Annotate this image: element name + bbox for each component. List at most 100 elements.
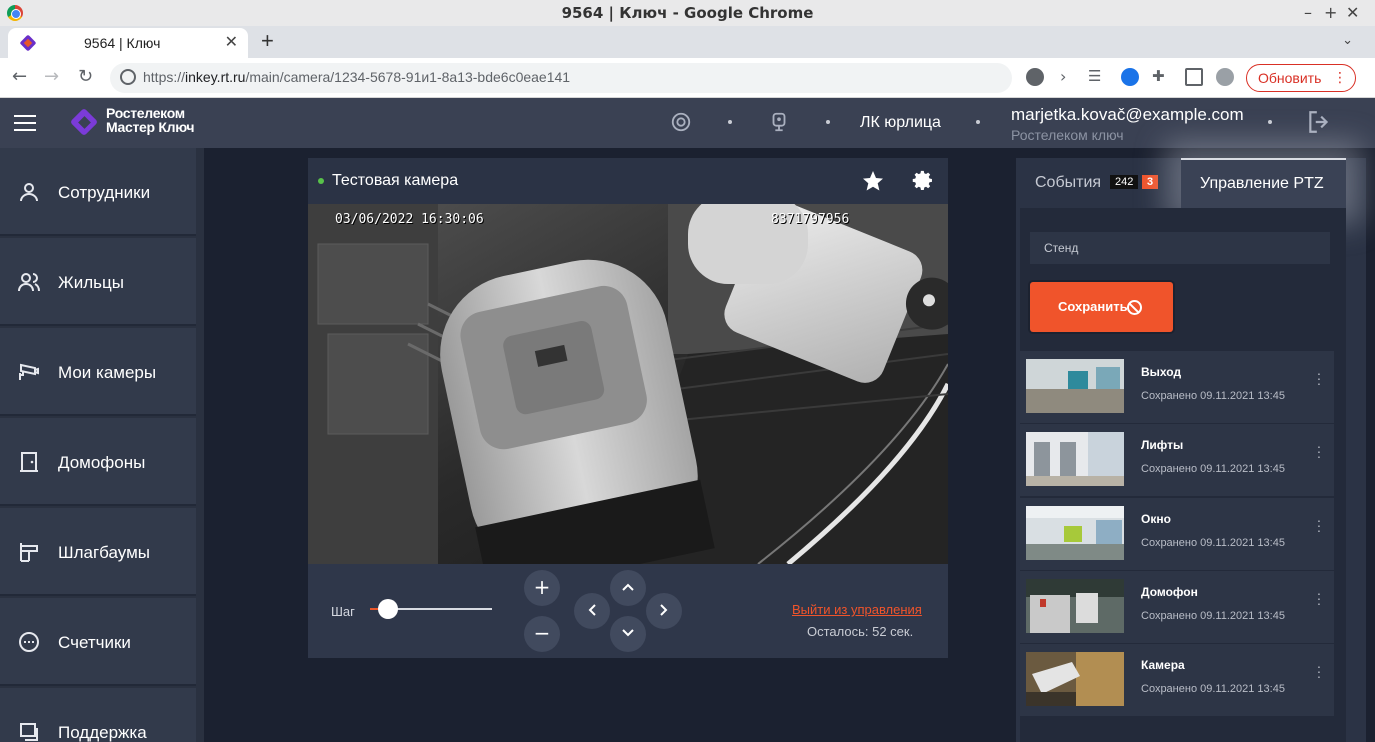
pan-up-button[interactable] bbox=[610, 570, 646, 606]
sidebar-item-label: Шлагбаумы bbox=[58, 543, 150, 562]
user-email: marjetka.kovač@example.com bbox=[1011, 105, 1244, 124]
ptz-controls: Шаг + − Выйти из управления Осталось: 52… bbox=[308, 564, 948, 658]
side-panel-icon[interactable] bbox=[1185, 68, 1203, 86]
step-slider-knob[interactable] bbox=[378, 599, 399, 619]
sidebar-item-intercoms[interactable]: Домофоны bbox=[0, 418, 196, 506]
sidebar-item-barriers[interactable]: Шлагбаумы bbox=[0, 508, 196, 596]
sidebar-item-employees[interactable]: Сотрудники bbox=[0, 148, 196, 236]
account-link[interactable]: ЛК юрлица bbox=[860, 114, 941, 132]
zoom-out-button[interactable]: − bbox=[524, 616, 560, 652]
sidebar: Сотрудники Жильцы Мои камеры Домофоны Шл… bbox=[0, 148, 204, 742]
video-serial: 8371797956 bbox=[771, 212, 850, 227]
chevron-down-icon bbox=[622, 629, 634, 637]
menu-burger-icon[interactable] bbox=[14, 115, 36, 131]
tab-events-label: События bbox=[1035, 174, 1102, 191]
preset-name: Лифты bbox=[1141, 438, 1184, 452]
preset-item[interactable]: Камера Сохранено 09.11.2021 13:45 · · · bbox=[1020, 644, 1334, 716]
extension-icon[interactable] bbox=[1026, 68, 1044, 86]
remaining-time: Осталось: 52 сек. bbox=[807, 624, 914, 639]
new-tab-icon[interactable]: + bbox=[261, 28, 274, 54]
forward-icon[interactable]: → bbox=[44, 66, 59, 87]
preset-name: Камера bbox=[1141, 658, 1185, 672]
person-icon bbox=[20, 183, 38, 202]
preset-name: Домофон bbox=[1141, 585, 1198, 599]
ban-icon bbox=[1127, 300, 1142, 315]
separator-dot bbox=[826, 120, 830, 124]
update-button[interactable]: Обновить ⋮ bbox=[1246, 64, 1356, 92]
tab-ptz-control[interactable]: Управление PTZ bbox=[1181, 158, 1346, 208]
preset-menu-icon[interactable]: · · · bbox=[1316, 439, 1322, 463]
tab-strip: 9564 | Ключ ✕ + ⌄ bbox=[0, 26, 1375, 58]
window-titlebar: 9564 | Ключ - Google Chrome – + ✕ bbox=[0, 0, 1375, 26]
minimize-icon[interactable]: – bbox=[1304, 3, 1312, 22]
reading-list-icon[interactable]: ☰ bbox=[1088, 67, 1101, 85]
save-preset-button[interactable]: Сохранить bbox=[1030, 282, 1173, 332]
preset-menu-icon[interactable]: · · · bbox=[1316, 586, 1322, 610]
exit-control-link[interactable]: Выйти из управления bbox=[792, 602, 922, 617]
preset-name-input[interactable]: Стенд bbox=[1030, 232, 1330, 264]
tab-title: 9564 | Ключ bbox=[84, 35, 161, 51]
url-text[interactable]: https://inkey.rt.ru/main/camera/1234-567… bbox=[143, 69, 570, 85]
preset-item[interactable]: Лифты Сохранено 09.11.2021 13:45 · · · bbox=[1020, 424, 1334, 496]
webcam-icon[interactable] bbox=[768, 111, 790, 133]
camera-header: Тестовая камера bbox=[308, 158, 948, 204]
events-new-badge: 3 bbox=[1142, 175, 1159, 189]
right-panel: События 242 3 Управление PTZ Стенд Сохра… bbox=[1016, 158, 1366, 742]
pan-left-button[interactable] bbox=[574, 593, 610, 629]
extension-arrow-icon[interactable]: › bbox=[1060, 67, 1066, 86]
gear-icon[interactable] bbox=[911, 169, 935, 193]
tab-close-icon[interactable]: ✕ bbox=[225, 32, 238, 52]
support-icon bbox=[20, 723, 38, 741]
preset-name: Выход bbox=[1141, 365, 1182, 379]
lifebuoy-icon[interactable] bbox=[670, 111, 692, 133]
camera-panel: Тестовая камера 03/06/2022 16:30:06 8371… bbox=[308, 158, 948, 658]
star-icon[interactable] bbox=[861, 169, 885, 193]
tab-events[interactable]: События 242 3 bbox=[1016, 158, 1181, 208]
back-icon[interactable]: ← bbox=[12, 66, 27, 87]
preset-thumbnail bbox=[1026, 506, 1124, 560]
sidebar-item-meters[interactable]: Счетчики bbox=[0, 598, 196, 686]
separator-dot bbox=[976, 120, 980, 124]
chevron-up-icon bbox=[622, 583, 634, 591]
reload-icon[interactable]: ↻ bbox=[78, 66, 93, 87]
preset-menu-icon[interactable]: · · · bbox=[1316, 659, 1322, 683]
preset-name: Окно bbox=[1141, 512, 1171, 526]
browser-tab[interactable]: 9564 | Ключ ✕ bbox=[8, 28, 248, 58]
pan-down-button[interactable] bbox=[610, 616, 646, 652]
translate-icon[interactable] bbox=[1121, 68, 1139, 86]
preset-menu-icon[interactable]: · · · bbox=[1316, 366, 1322, 390]
rostelecom-logo-icon bbox=[69, 107, 99, 137]
zoom-in-button[interactable]: + bbox=[524, 570, 560, 606]
preset-item[interactable]: Окно Сохранено 09.11.2021 13:45 · · · bbox=[1020, 498, 1334, 570]
separator-dot bbox=[1268, 120, 1272, 124]
sidebar-item-support[interactable]: Поддержка bbox=[0, 688, 196, 742]
camera-video-feed[interactable]: 03/06/2022 16:30:06 8371797956 bbox=[308, 204, 948, 564]
camera-scene-image bbox=[308, 204, 948, 564]
sidebar-item-my-cameras[interactable]: Мои камеры bbox=[0, 328, 196, 416]
logout-icon[interactable] bbox=[1306, 109, 1332, 135]
barrier-icon bbox=[20, 543, 38, 562]
video-timestamp: 03/06/2022 16:30:06 bbox=[335, 212, 484, 227]
sidebar-item-residents[interactable]: Жильцы bbox=[0, 238, 196, 326]
pan-right-button[interactable] bbox=[646, 593, 682, 629]
events-total-badge: 242 bbox=[1110, 175, 1139, 189]
maximize-icon[interactable]: + bbox=[1324, 3, 1337, 22]
tab-search-chevron-icon[interactable]: ⌄ bbox=[1342, 32, 1353, 48]
preset-item[interactable]: Домофон Сохранено 09.11.2021 13:45 · · · bbox=[1020, 571, 1334, 643]
preset-menu-icon[interactable]: · · · bbox=[1316, 513, 1322, 537]
user-company: Ростелеком ключ bbox=[1011, 127, 1124, 143]
preset-item[interactable]: Выход Сохранено 09.11.2021 13:45 · · · bbox=[1020, 351, 1334, 423]
address-bar[interactable]: https://inkey.rt.ru/main/camera/1234-567… bbox=[110, 63, 1012, 93]
preset-date: Сохранено 09.11.2021 13:45 bbox=[1141, 537, 1285, 549]
sidebar-item-label: Мои камеры bbox=[58, 363, 157, 382]
logo-text: Ростелеком Мастер Ключ bbox=[106, 105, 195, 135]
camera-icon bbox=[19, 363, 39, 380]
window-title: 9564 | Ключ - Google Chrome bbox=[561, 4, 814, 22]
close-window-icon[interactable]: ✕ bbox=[1346, 3, 1359, 22]
people-icon bbox=[18, 273, 40, 292]
menu-dots-icon[interactable]: ⋮ bbox=[1333, 69, 1347, 86]
extensions-puzzle-icon[interactable]: ✚ bbox=[1152, 67, 1165, 85]
profile-icon[interactable] bbox=[1216, 68, 1234, 86]
site-info-icon[interactable] bbox=[120, 69, 136, 85]
sidebar-item-label: Счетчики bbox=[58, 633, 131, 652]
